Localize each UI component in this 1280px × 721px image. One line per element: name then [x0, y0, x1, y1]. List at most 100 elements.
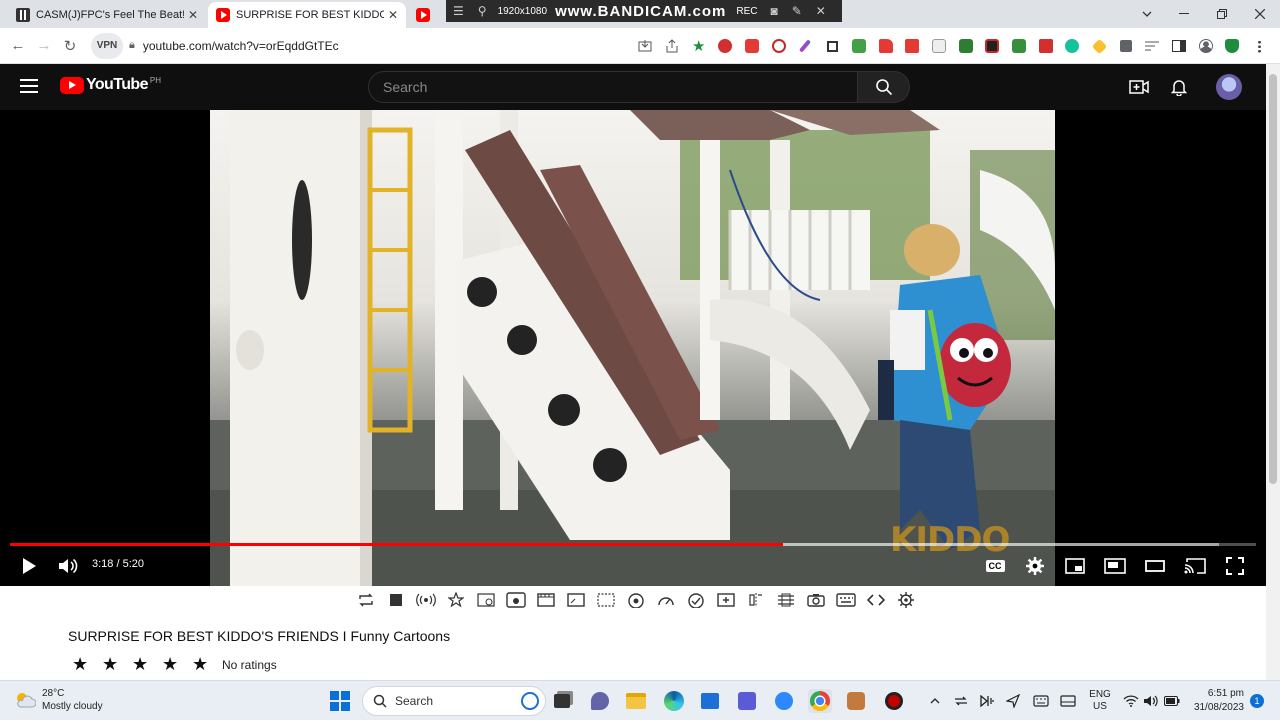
youtube-logo[interactable]: YouTube PH — [60, 76, 161, 94]
file-explorer-icon[interactable] — [624, 689, 648, 713]
create-video-icon[interactable] — [1128, 76, 1150, 98]
extension-green-square-icon[interactable] — [952, 34, 979, 58]
playlist-remove-icon[interactable] — [471, 588, 501, 612]
keyboard-icon[interactable] — [831, 588, 861, 612]
share-icon[interactable] — [659, 34, 686, 58]
extension-green-icon[interactable] — [846, 34, 873, 58]
window-close-icon[interactable] — [1241, 0, 1279, 28]
mirror-icon[interactable] — [741, 588, 771, 612]
rotate-icon[interactable] — [771, 588, 801, 612]
restore-icon[interactable] — [1203, 0, 1241, 28]
extension-play-icon[interactable] — [765, 34, 792, 58]
fullscreen-button[interactable] — [1222, 552, 1248, 580]
search-button[interactable] — [858, 71, 910, 103]
extensions-puzzle-icon[interactable] — [1112, 34, 1139, 58]
theater-mode-button[interactable] — [1142, 552, 1168, 580]
notification-badge[interactable]: 1 — [1250, 694, 1264, 708]
security-shield-icon[interactable] — [1219, 34, 1246, 58]
install-app-icon[interactable] — [632, 34, 659, 58]
wifi-icon[interactable] — [1122, 681, 1140, 721]
pin-icon[interactable]: ⚲ — [471, 4, 494, 18]
cast-button[interactable] — [1182, 552, 1208, 580]
extension-note-icon[interactable] — [926, 34, 953, 58]
extension-feather-icon[interactable] — [792, 34, 819, 58]
tab-search-chevron-icon[interactable] — [1128, 0, 1166, 28]
avatar[interactable] — [1216, 74, 1242, 100]
weather-widget[interactable]: 28°C Mostly cloudy — [14, 687, 103, 713]
taskbar-search[interactable]: Search — [362, 686, 546, 716]
microsoft-store-icon[interactable] — [698, 689, 722, 713]
speaker-icon[interactable] — [1142, 681, 1160, 721]
add-frame-icon[interactable] — [711, 588, 741, 612]
color-filter-icon[interactable] — [621, 588, 651, 612]
start-button[interactable] — [330, 691, 350, 711]
miniplayer-button[interactable] — [1062, 552, 1088, 580]
rating-star-2[interactable]: ★ — [102, 654, 132, 675]
tray-audio-mixer-icon[interactable] — [978, 681, 996, 721]
broadcast-icon[interactable] — [411, 588, 441, 612]
tab-youtube-active[interactable]: SURPRISE FOR BEST KIDDO'S FR ✕ — [208, 2, 406, 28]
bandicam-record-icon[interactable] — [882, 689, 906, 713]
bookmark-star-icon[interactable]: ★ — [685, 34, 712, 58]
extension-crop-icon[interactable] — [819, 34, 846, 58]
messenger-icon[interactable] — [772, 689, 796, 713]
minimize-icon[interactable] — [1165, 0, 1203, 28]
tab-casm[interactable]: CASM(J)FPC's Feel The Beat! Thu ✕ — [8, 2, 206, 28]
search-input[interactable] — [383, 79, 857, 95]
extension-pen-icon[interactable] — [739, 34, 766, 58]
tab-close-icon[interactable]: ✕ — [188, 8, 198, 22]
tray-overflow-chevron-icon[interactable] — [926, 681, 944, 721]
extension-star-red-icon[interactable] — [899, 34, 926, 58]
extension-dark-red-icon[interactable] — [979, 34, 1006, 58]
play-button[interactable] — [16, 552, 42, 580]
tray-keyboard-icon[interactable] — [1032, 681, 1050, 721]
edge-browser-icon[interactable] — [662, 689, 686, 713]
notifications-bell-icon[interactable] — [1168, 76, 1190, 98]
extension-yellow-icon[interactable] — [1086, 34, 1113, 58]
tray-location-icon[interactable] — [1004, 681, 1022, 721]
rating-star-4[interactable]: ★ — [162, 654, 192, 675]
menu-icon[interactable]: ☰ — [446, 4, 471, 18]
crop-frame-icon[interactable] — [591, 588, 621, 612]
speedometer-icon[interactable] — [651, 588, 681, 612]
forward-icon[interactable]: → — [31, 37, 57, 54]
extension-grammar-icon[interactable] — [1006, 34, 1033, 58]
extension-settings-gear-icon[interactable] — [891, 588, 921, 612]
code-icon[interactable] — [861, 588, 891, 612]
profile-icon[interactable] — [1192, 34, 1219, 58]
tray-sync-icon[interactable] — [952, 681, 970, 721]
aspect-ratio-icon[interactable] — [561, 588, 591, 612]
tab-close-icon[interactable]: ✕ — [388, 8, 398, 22]
chrome-icon[interactable] — [808, 689, 832, 713]
progress-bar[interactable] — [10, 543, 1256, 546]
stop-icon[interactable] — [381, 588, 411, 612]
task-view-icon[interactable] — [550, 689, 574, 713]
extension-grammarly-icon[interactable] — [1059, 34, 1086, 58]
volume-button[interactable] — [56, 552, 80, 580]
favorite-star-icon[interactable] — [441, 588, 471, 612]
pip-button[interactable] — [1102, 552, 1128, 580]
volume-boost-icon[interactable] — [681, 588, 711, 612]
rating-star-5[interactable]: ★ — [192, 654, 222, 675]
input-language-indicator[interactable]: ENG US — [1086, 681, 1114, 721]
extension-message-icon[interactable] — [1032, 34, 1059, 58]
loop-icon[interactable] — [351, 588, 381, 612]
battery-icon[interactable] — [1162, 681, 1182, 721]
extension-adblock-icon[interactable] — [712, 34, 739, 58]
settings-button[interactable] — [1022, 552, 1048, 580]
reload-icon[interactable]: ↻ — [57, 37, 83, 55]
teamviewer-icon[interactable] — [735, 689, 759, 713]
scrollbar-thumb[interactable] — [1269, 74, 1277, 484]
screenshot-camera-icon[interactable] — [801, 588, 831, 612]
subtitles-button[interactable]: CC — [982, 552, 1008, 580]
address-bar[interactable]: 🔒︎ youtube.com/watch?v=orEqddGtTEc — [129, 32, 669, 60]
game-app-icon[interactable] — [844, 689, 868, 713]
camera-icon[interactable]: ◙ — [763, 4, 784, 18]
system-clock[interactable]: 6:51 pm 31/08/2023 — [1184, 687, 1244, 715]
vpn-button[interactable]: VPN — [91, 32, 123, 59]
tray-display-icon[interactable] — [1058, 681, 1078, 721]
close-icon[interactable]: ✕ — [809, 4, 833, 18]
teams-chat-icon[interactable] — [588, 689, 612, 713]
rating-star-3[interactable]: ★ — [132, 654, 162, 675]
back-icon[interactable]: ← — [5, 37, 31, 54]
